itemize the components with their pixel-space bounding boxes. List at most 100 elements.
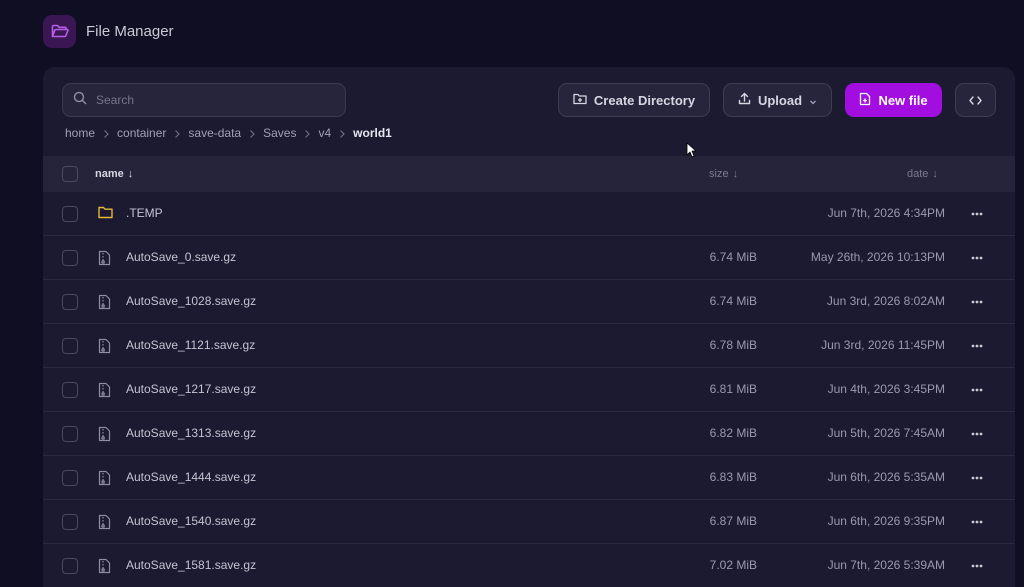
archive-file-icon — [98, 382, 113, 398]
search-icon — [73, 91, 87, 110]
code-view-button[interactable] — [955, 83, 996, 117]
file-name[interactable]: AutoSave_1313.save.gz — [126, 426, 256, 440]
search-box[interactable] — [62, 83, 346, 117]
row-checkbox[interactable] — [62, 250, 78, 266]
more-horizontal-icon[interactable] — [969, 426, 985, 442]
row-checkbox[interactable] — [62, 470, 78, 486]
column-header-size-label: size — [709, 168, 729, 180]
chevron-right-icon — [303, 128, 311, 138]
more-horizontal-icon[interactable] — [969, 338, 985, 354]
file-size: 7.02 MiB — [709, 558, 757, 572]
file-date: Jun 7th, 2026 5:39AM — [827, 558, 945, 572]
more-horizontal-icon[interactable] — [969, 382, 985, 398]
create-directory-button[interactable]: Create Directory — [558, 83, 710, 117]
chevron-right-icon — [102, 128, 110, 138]
app-header: File Manager — [43, 15, 174, 48]
sort-arrow-icon: ↓ — [732, 168, 739, 180]
more-horizontal-icon[interactable] — [969, 558, 985, 574]
column-header-date[interactable]: date ↓ — [907, 156, 938, 192]
row-checkbox[interactable] — [62, 382, 78, 398]
more-horizontal-icon[interactable] — [969, 206, 985, 222]
file-name[interactable]: .TEMP — [126, 206, 163, 220]
file-name[interactable]: AutoSave_1121.save.gz — [126, 338, 255, 352]
more-horizontal-icon[interactable] — [969, 514, 985, 530]
archive-file-icon — [98, 250, 113, 266]
more-horizontal-icon[interactable] — [969, 470, 985, 486]
row-checkbox[interactable] — [62, 206, 78, 222]
file-date: Jun 3rd, 2026 11:45PM — [821, 338, 945, 352]
column-header-size[interactable]: size ↓ — [709, 156, 738, 192]
sort-arrow-icon: ↓ — [127, 168, 134, 180]
code-icon — [969, 93, 982, 108]
table-header: name ↓ size ↓ date ↓ — [43, 156, 1015, 192]
folder-plus-icon — [573, 93, 587, 108]
breadcrumb-item-home[interactable]: home — [65, 126, 95, 140]
table-row[interactable]: AutoSave_1313.save.gz 6.82 MiB Jun 5th, … — [43, 412, 1015, 456]
upload-button[interactable]: Upload — [723, 83, 832, 117]
file-name[interactable]: AutoSave_1217.save.gz — [126, 382, 256, 396]
table-row[interactable]: AutoSave_1540.save.gz 6.87 MiB Jun 6th, … — [43, 500, 1015, 544]
table-row[interactable]: AutoSave_1121.save.gz 6.78 MiB Jun 3rd, … — [43, 324, 1015, 368]
upload-label: Upload — [757, 92, 803, 108]
chevron-right-icon — [338, 128, 346, 138]
column-header-name[interactable]: name ↓ — [95, 156, 133, 192]
file-size: 6.74 MiB — [709, 250, 757, 264]
file-size: 6.82 MiB — [709, 426, 757, 440]
file-date: May 26th, 2026 10:13PM — [810, 250, 945, 264]
row-checkbox[interactable] — [62, 294, 78, 310]
file-date: Jun 5th, 2026 7:45AM — [827, 426, 945, 440]
file-name[interactable]: AutoSave_1444.save.gz — [126, 470, 256, 484]
breadcrumb-item-v4[interactable]: v4 — [318, 126, 331, 140]
breadcrumb-item-saves[interactable]: Saves — [263, 126, 296, 140]
search-input[interactable] — [96, 93, 326, 107]
breadcrumb-current: world1 — [353, 126, 392, 140]
archive-file-icon — [98, 470, 113, 486]
table-row[interactable]: AutoSave_1028.save.gz 6.74 MiB Jun 3rd, … — [43, 280, 1015, 324]
file-date: Jun 6th, 2026 5:35AM — [827, 470, 945, 484]
file-date: Jun 6th, 2026 9:35PM — [827, 514, 945, 528]
more-horizontal-icon[interactable] — [969, 294, 985, 310]
file-date: Jun 4th, 2026 3:45PM — [827, 382, 945, 396]
archive-file-icon — [98, 338, 113, 354]
file-list: .TEMP Jun 7th, 2026 4:34PM AutoSave_0.sa… — [43, 192, 1015, 587]
select-all-checkbox[interactable] — [62, 166, 78, 182]
create-directory-label: Create Directory — [593, 92, 696, 108]
table-row[interactable]: AutoSave_0.save.gz 6.74 MiB May 26th, 20… — [43, 236, 1015, 280]
archive-file-icon — [98, 558, 113, 574]
file-date: Jun 7th, 2026 4:34PM — [827, 206, 945, 220]
folder-open-icon — [43, 15, 76, 48]
file-manager-panel: Create Directory Upload New file home — [43, 67, 1015, 587]
more-horizontal-icon[interactable] — [969, 250, 985, 266]
sort-arrow-icon: ↓ — [932, 168, 938, 180]
table-row[interactable]: AutoSave_1581.save.gz 7.02 MiB Jun 7th, … — [43, 544, 1015, 587]
new-file-button[interactable]: New file — [845, 83, 942, 117]
file-name[interactable]: AutoSave_1540.save.gz — [126, 514, 256, 528]
table-row[interactable]: AutoSave_1217.save.gz 6.81 MiB Jun 4th, … — [43, 368, 1015, 412]
file-name[interactable]: AutoSave_1581.save.gz — [126, 558, 256, 572]
file-name[interactable]: AutoSave_1028.save.gz — [126, 294, 256, 308]
column-header-name-label: name — [95, 168, 124, 180]
row-checkbox[interactable] — [62, 426, 78, 442]
file-plus-icon — [859, 92, 871, 109]
breadcrumb-item-container[interactable]: container — [117, 126, 166, 140]
column-header-date-label: date — [907, 168, 929, 180]
row-checkbox[interactable] — [62, 514, 78, 530]
file-size: 6.78 MiB — [709, 338, 757, 352]
row-checkbox[interactable] — [62, 558, 78, 574]
upload-icon — [738, 92, 751, 108]
archive-file-icon — [98, 294, 113, 310]
table-row[interactable]: .TEMP Jun 7th, 2026 4:34PM — [43, 192, 1015, 236]
file-size: 6.81 MiB — [709, 382, 757, 396]
archive-file-icon — [98, 514, 113, 530]
file-date: Jun 3rd, 2026 8:02AM — [826, 294, 945, 308]
file-size: 6.74 MiB — [709, 294, 757, 308]
folder-icon — [98, 206, 113, 222]
file-name[interactable]: AutoSave_0.save.gz — [126, 250, 236, 264]
app-title: File Manager — [86, 23, 174, 40]
breadcrumb-item-save-data[interactable]: save-data — [188, 126, 241, 140]
table-row[interactable]: AutoSave_1444.save.gz 6.83 MiB Jun 6th, … — [43, 456, 1015, 500]
archive-file-icon — [98, 426, 113, 442]
row-checkbox[interactable] — [62, 338, 78, 354]
file-size: 6.87 MiB — [709, 514, 757, 528]
mouse-cursor-icon — [686, 142, 697, 158]
